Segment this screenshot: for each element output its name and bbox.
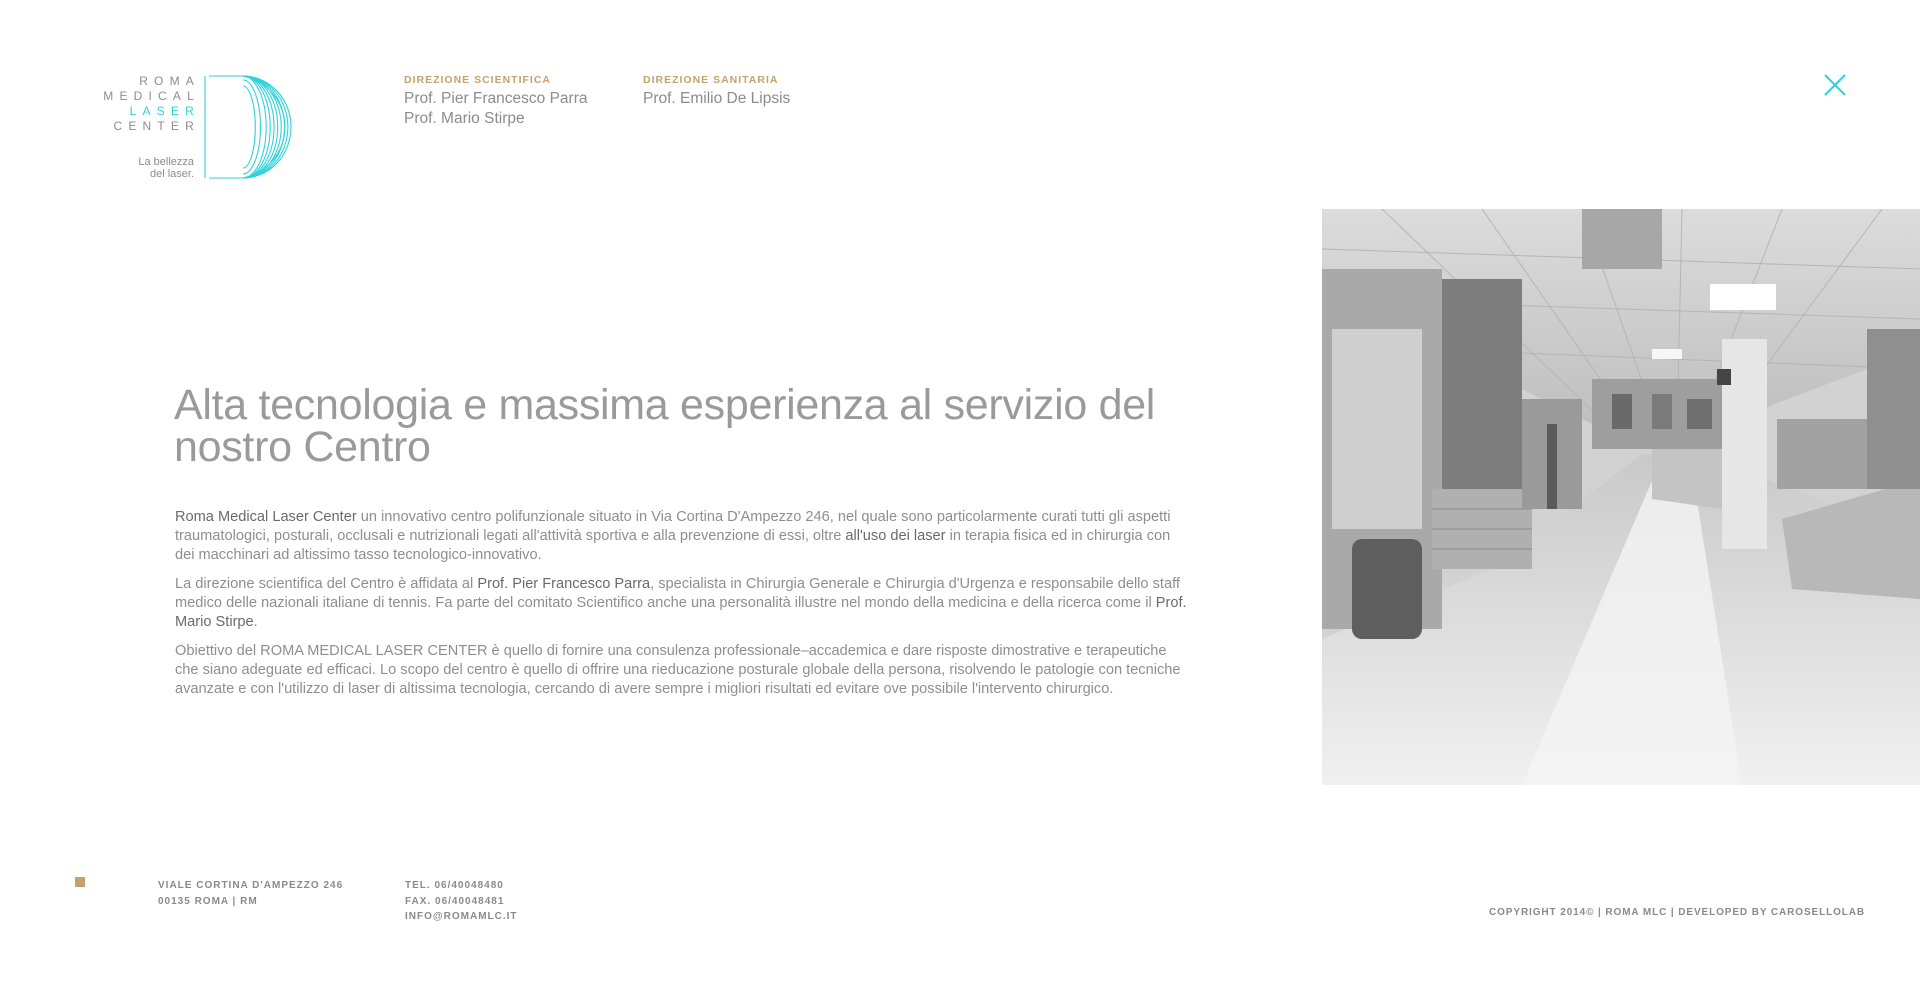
footer-address-line-1: VIALE CORTINA D'AMPEZZO 246 <box>158 880 344 891</box>
close-button[interactable] <box>1822 72 1848 98</box>
direzione-scientifica-name: Prof. Pier Francesco Parra <box>404 90 588 107</box>
footer-gold-square-icon <box>75 877 85 887</box>
logo-wordmark: ROMA MEDICAL LASER CENTER <box>103 74 194 134</box>
logo-word-laser: LASER <box>129 104 200 118</box>
footer-address-line-2: 00135 ROMA | RM <box>158 895 258 907</box>
paragraph-text: . <box>253 614 258 630</box>
paragraph-text: La direzione scientifica del Centro è af… <box>175 576 478 592</box>
direzione-sanitaria-label: DIREZIONE SANITARIA <box>643 74 779 86</box>
logo-word-medical: MEDICAL <box>103 89 200 103</box>
logo-tagline-line-2: del laser. <box>149 168 194 180</box>
intro-paragraph-3: Obiettivo del ROMA MEDICAL LASER CENTER … <box>175 643 1181 697</box>
footer-phone[interactable]: TEL. 06/40048480 <box>405 878 518 894</box>
footer-contacts: TEL. 06/40048480 FAX. 06/40048481 INFO@R… <box>405 878 518 925</box>
intro-paragraph-1: Roma Medical Laser Center un innovativo … <box>175 508 1193 565</box>
close-x-icon <box>1824 74 1846 96</box>
clinic-corridor-photo <box>1322 209 1920 785</box>
direzione-sanitaria: DIREZIONE SANITARIA Prof. Emilio De Lips… <box>643 74 790 109</box>
intro-paragraph-2: La direzione scientifica del Centro è af… <box>175 575 1193 632</box>
direzione-sanitaria-name: Prof. Emilio De Lipsis <box>643 90 791 107</box>
direzione-scientifica: DIREZIONE SCIENTIFICA Prof. Pier Frances… <box>404 74 587 129</box>
footer-email-link[interactable]: INFO@ROMAMLC.IT <box>405 909 518 925</box>
parra-emphasis: Prof. Pier Francesco Parra <box>477 576 651 592</box>
center-name-emphasis: Roma Medical Laser Center <box>175 509 357 525</box>
clinic-photo-illustration <box>1322 209 1920 785</box>
laser-emphasis: all'uso dei laser <box>845 528 946 544</box>
page-headline: Alta tecnologia e massima esperienza al … <box>174 381 1156 471</box>
direzione-scientifica-label: DIREZIONE SCIENTIFICA <box>404 74 552 86</box>
site-logo[interactable]: ROMA MEDICAL LASER CENTER La bellezza de… <box>72 74 302 184</box>
intro-copy: Roma Medical Laser Center un innovativo … <box>175 508 1193 709</box>
footer-address: VIALE CORTINA D'AMPEZZO 246 00135 ROMA |… <box>158 878 343 909</box>
logo-tagline-line-1: La bellezza <box>138 156 194 168</box>
logo-word-roma: ROMA <box>139 74 200 88</box>
logo-word-center: CENTER <box>113 119 200 133</box>
direzione-scientifica-name: Prof. Mario Stirpe <box>404 110 525 127</box>
footer-copyright: COPYRIGHT 2014© | ROMA MLC | DEVELOPED B… <box>1489 907 1866 918</box>
logo-d-mark-icon <box>204 75 292 179</box>
logo-tagline: La bellezza del laser. <box>138 156 194 180</box>
footer-fax: FAX. 06/40048481 <box>405 895 505 907</box>
